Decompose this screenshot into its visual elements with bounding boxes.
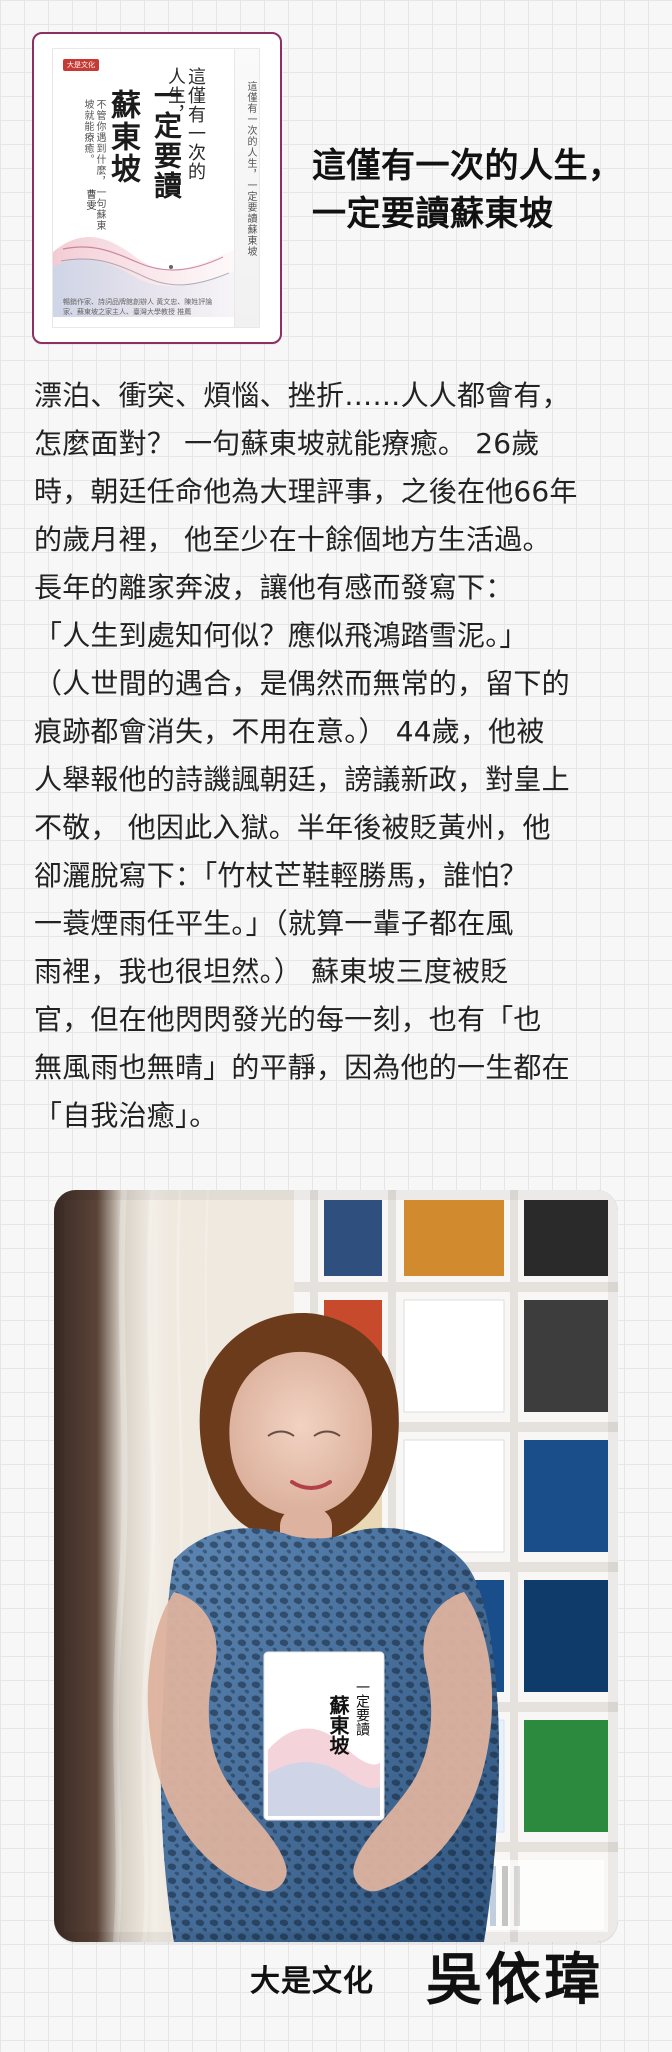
- page-headline: 這僅有一次的人生， 一定要讀蘇東坡: [312, 146, 623, 234]
- person-name: 吳依瑋: [426, 1948, 603, 2013]
- photo-illustration: 蘇東坡 一定要讀: [54, 1190, 618, 1942]
- book-cover-card: 大是文化 這僅有一次的人生， 一定要讀 蘇東坡 不管你遇到什麼，一句蘇東坡就能療…: [32, 32, 282, 344]
- svg-text:一定要讀: 一定要讀: [354, 1680, 370, 1736]
- publisher-badge: 大是文化: [63, 59, 99, 71]
- book-spine: 這僅有一次的人生，一定要讀蘇東坡: [234, 49, 259, 327]
- svg-text:蘇東坡: 蘇東坡: [326, 1694, 350, 1756]
- body-paragraph: 漂泊、衝突、煩惱、挫折……人人都會有， 怎麼面對？ 一句蘇東坡就能療癒。 26歲…: [34, 379, 578, 1132]
- publisher-name: 大是文化: [250, 1964, 374, 1999]
- spine-text: 這僅有一次的人生，一定要讀蘇東坡: [245, 81, 256, 257]
- cover-endorsements: 暢銷作家、詩詞品牌館創辦人 黃文忠、陳姓評論家、蘇東坡之家主人、臺灣大學教授 推…: [63, 298, 213, 316]
- portrait-photo: 蘇東坡 一定要讀: [54, 1190, 618, 1942]
- book-cover: 大是文化 這僅有一次的人生， 一定要讀 蘇東坡 不管你遇到什麼，一句蘇東坡就能療…: [52, 48, 260, 328]
- cover-title-name: 蘇東坡: [105, 89, 140, 185]
- book-promo-page: 大是文化 這僅有一次的人生， 一定要讀 蘇東坡 不管你遇到什麼，一句蘇東坡就能療…: [0, 0, 672, 2052]
